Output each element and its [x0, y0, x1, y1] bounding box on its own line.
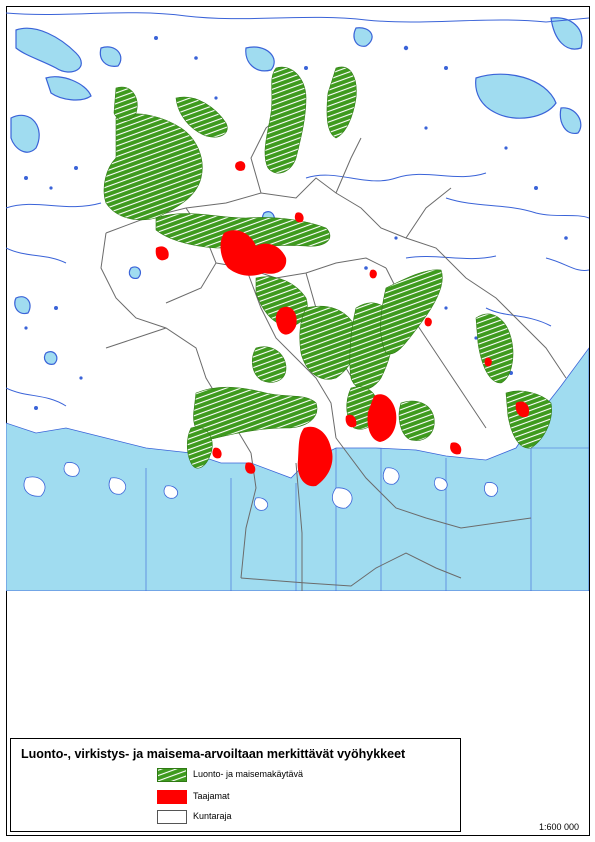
urban-swatch: [157, 790, 187, 804]
map-canvas: [6, 12, 589, 591]
nature-corridor-swatch: [157, 768, 187, 782]
sea-area: [6, 347, 589, 591]
map-scale: 1:600 000: [538, 822, 579, 832]
legend-box: Luonto-, virkistys- ja maisema-arvoiltaa…: [10, 738, 461, 832]
nature-corridors: [103, 66, 552, 469]
legend-title: Luonto-, virkistys- ja maisema-arvoiltaa…: [21, 747, 406, 761]
legend-label-municipal-border: Kuntaraja: [193, 811, 232, 821]
legend-label-urban: Taajamat: [193, 791, 230, 801]
legend-label-nature-corridor: Luonto- ja maisemakäytävä: [193, 769, 304, 779]
municipal-border-swatch: [157, 810, 187, 824]
